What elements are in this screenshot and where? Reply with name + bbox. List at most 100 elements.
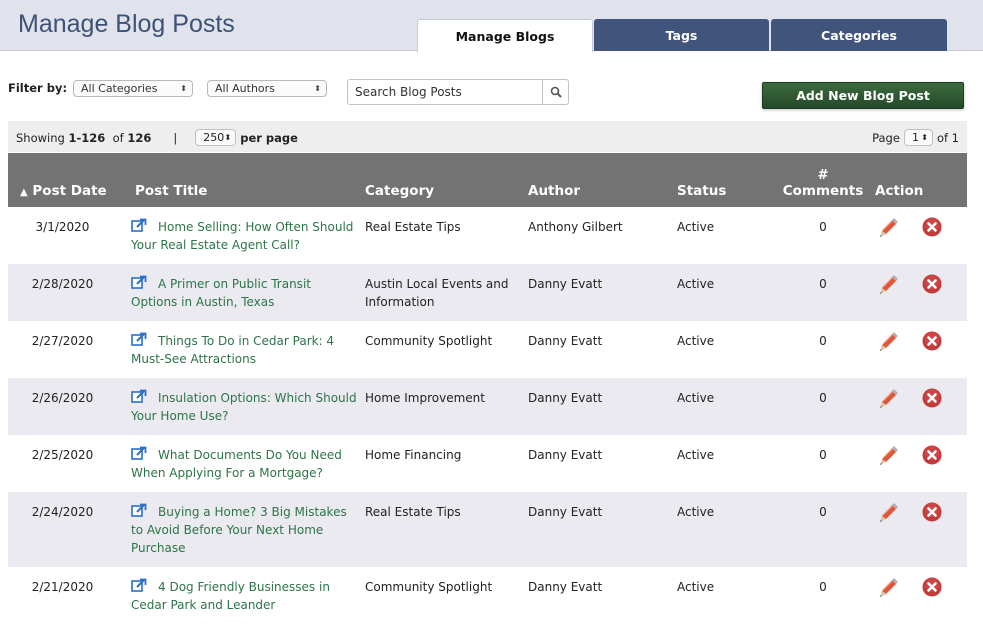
post-category: Community Spotlight	[365, 580, 493, 594]
post-date: 2/21/2020	[31, 580, 94, 594]
filter-label: Filter by:	[8, 81, 68, 95]
column-status[interactable]: Status	[677, 153, 773, 207]
page-value: 1	[911, 131, 919, 144]
search-button[interactable]	[542, 80, 568, 104]
column-comments-line1: #	[817, 167, 829, 183]
post-status: Active	[677, 580, 715, 594]
column-action: Action	[875, 183, 924, 199]
select-arrows-icon: ⬍	[921, 133, 928, 142]
post-comments-count: 0	[819, 334, 827, 348]
column-post-date-label: Post Date	[32, 183, 107, 199]
post-comments-count: 0	[819, 277, 827, 291]
total-count: 126	[127, 130, 152, 145]
post-date: 2/24/2020	[31, 505, 94, 519]
search-box	[347, 79, 569, 105]
page-header: Manage Blog Posts Manage Blogs Tags Cate…	[0, 0, 983, 52]
post-actions	[873, 321, 967, 378]
table-row: 2/26/2020 Insulation Options: Which Shou…	[8, 378, 967, 435]
page-select[interactable]: 1 ⬍	[903, 129, 933, 146]
open-external-icon[interactable]	[131, 332, 147, 346]
category-filter-select[interactable]: All Categories ⬍	[73, 80, 193, 97]
author-filter-select[interactable]: All Authors ⬍	[207, 80, 327, 97]
tab-manage-blogs[interactable]: Manage Blogs	[417, 19, 593, 52]
column-comments-line2: Comments	[782, 183, 864, 199]
search-icon	[550, 86, 562, 98]
select-arrows-icon: ⬍	[224, 133, 232, 142]
delete-icon[interactable]	[921, 444, 943, 466]
post-title-link[interactable]: 4 Dog Friendly Businesses in Cedar Park …	[131, 580, 330, 612]
post-title-cell: 4 Dog Friendly Businesses in Cedar Park …	[125, 567, 365, 624]
column-comments[interactable]: # Comments	[773, 153, 873, 207]
post-title-link[interactable]: What Documents Do You Need When Applying…	[131, 448, 342, 480]
post-author: Danny Evatt	[528, 505, 603, 519]
tab-tags[interactable]: Tags	[594, 19, 769, 51]
per-page-value: 250	[203, 131, 225, 144]
edit-pencil-icon[interactable]	[877, 330, 899, 352]
post-title-link[interactable]: Buying a Home? 3 Big Mistakes to Avoid B…	[131, 505, 347, 555]
tab-categories[interactable]: Categories	[771, 19, 947, 51]
post-status: Active	[677, 391, 715, 405]
table-row: 3/1/2020 Home Selling: How Often Should …	[8, 207, 967, 264]
post-actions	[873, 207, 967, 264]
post-title-link[interactable]: Home Selling: How Often Should Your Real…	[131, 220, 353, 252]
open-external-icon[interactable]	[131, 218, 147, 232]
post-author: Danny Evatt	[528, 448, 603, 462]
pagination-bar: Showing 1-126 of 126 | 250 ⬍ per page Pa…	[8, 121, 967, 152]
table-header-row: ▲ Post Date Post Title Category Author S…	[8, 153, 967, 207]
post-status: Active	[677, 220, 715, 234]
delete-icon[interactable]	[921, 576, 943, 598]
post-author: Danny Evatt	[528, 580, 603, 594]
page-selector: Page 1 ⬍ of 1	[872, 129, 959, 146]
page-title: Manage Blog Posts	[18, 10, 235, 38]
category-filter-value: All Categories	[81, 82, 158, 95]
per-page-label: per page	[240, 130, 298, 145]
post-date: 2/26/2020	[31, 391, 94, 405]
post-actions	[873, 378, 967, 435]
post-title-link[interactable]: A Primer on Public Transit Options in Au…	[131, 277, 311, 309]
edit-pencil-icon[interactable]	[877, 576, 899, 598]
column-author[interactable]: Author	[528, 153, 677, 207]
post-title-cell: Insulation Options: Which Should Your Ho…	[125, 378, 365, 435]
open-external-icon[interactable]	[131, 275, 147, 289]
page-of-label: of 1	[936, 130, 959, 145]
search-input[interactable]	[348, 80, 542, 104]
open-external-icon[interactable]	[131, 503, 147, 517]
post-title-cell: What Documents Do You Need When Applying…	[125, 435, 365, 492]
select-arrows-icon: ⬍	[180, 84, 187, 93]
post-title-link[interactable]: Insulation Options: Which Should Your Ho…	[131, 391, 357, 423]
post-title-cell: Things To Do in Cedar Park: 4 Must-See A…	[125, 321, 365, 378]
post-category: Austin Local Events and Information	[365, 277, 509, 309]
delete-icon[interactable]	[921, 387, 943, 409]
column-post-date[interactable]: ▲ Post Date	[8, 153, 125, 207]
post-author: Anthony Gilbert	[528, 220, 623, 234]
post-status: Active	[677, 334, 715, 348]
delete-icon[interactable]	[921, 273, 943, 295]
add-new-blog-post-button[interactable]: Add New Blog Post	[762, 82, 964, 109]
post-comments-count: 0	[819, 448, 827, 462]
edit-pencil-icon[interactable]	[877, 501, 899, 523]
edit-pencil-icon[interactable]	[877, 387, 899, 409]
post-comments-count: 0	[819, 505, 827, 519]
per-page-select[interactable]: 250 ⬍	[195, 129, 237, 146]
open-external-icon[interactable]	[131, 389, 147, 403]
delete-icon[interactable]	[921, 330, 943, 352]
edit-pencil-icon[interactable]	[877, 444, 899, 466]
open-external-icon[interactable]	[131, 578, 147, 592]
post-actions	[873, 567, 967, 624]
author-filter-value: All Authors	[215, 82, 275, 95]
post-title-cell: Buying a Home? 3 Big Mistakes to Avoid B…	[125, 492, 365, 567]
column-category[interactable]: Category	[365, 153, 528, 207]
post-actions	[873, 492, 967, 567]
column-post-title[interactable]: Post Title	[125, 153, 365, 207]
showing-range: 1-126	[68, 130, 106, 145]
post-status: Active	[677, 277, 715, 291]
delete-icon[interactable]	[921, 216, 943, 238]
edit-pencil-icon[interactable]	[877, 216, 899, 238]
showing-label: Showing	[16, 130, 65, 145]
post-title-link[interactable]: Things To Do in Cedar Park: 4 Must-See A…	[131, 334, 334, 366]
edit-pencil-icon[interactable]	[877, 273, 899, 295]
select-arrows-icon: ⬍	[314, 84, 321, 93]
post-author: Danny Evatt	[528, 391, 603, 405]
open-external-icon[interactable]	[131, 446, 147, 460]
delete-icon[interactable]	[921, 501, 943, 523]
